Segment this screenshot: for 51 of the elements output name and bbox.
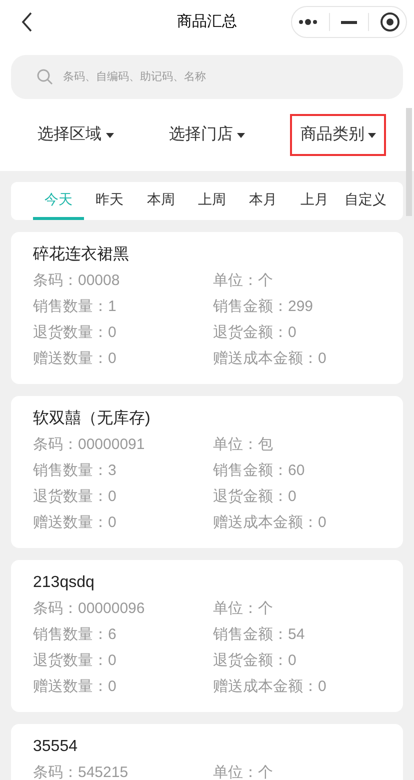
back-icon[interactable] [21,12,33,32]
product-name: 35554 [33,737,78,757]
product-name: 碎花连衣裙黑 [33,244,130,265]
caret-icon [106,132,114,138]
search-icon [37,69,53,85]
product-detail: 条码：00000091 [33,435,146,455]
product-detail: 条码：545215 [33,763,130,780]
product-detail: 赠送数量：0 [33,513,118,533]
date-tab[interactable]: 自定义 [340,182,391,220]
product-detail: 退货金额：0 [213,323,298,343]
product-detail: 销售数量：3 [33,461,118,481]
product-detail: 单位：包 [213,435,274,455]
product-detail: 销售金额：299 [213,297,314,317]
product-detail: 退货金额：0 [213,651,298,671]
date-tab[interactable]: 本月 [238,182,289,220]
product-detail: 赠送数量：0 [33,349,118,369]
date-tab[interactable]: 上周 [186,182,238,220]
product-detail: 赠送成本金额：0 [213,513,328,533]
product-detail: 退货数量：0 [33,323,118,343]
product-detail: 销售金额：54 [213,625,306,645]
page-title: 商品汇总 [177,12,237,32]
product-detail: 条码：00008 [33,271,121,291]
product-detail: 销售金额：60 [213,461,306,481]
date-tab[interactable]: 上月 [288,182,340,220]
date-tab[interactable]: 昨天 [84,182,136,220]
product-name: 软双囍（无库存) [33,408,152,429]
product-detail: 单位：个 [213,271,274,291]
product-name: 213qsdq [33,573,96,593]
date-tab[interactable]: 本周 [135,182,186,220]
filter-dropdown[interactable]: 商品类别 [290,114,386,156]
product-detail: 销售数量：6 [33,625,118,645]
search-bar[interactable]: 条码、自编码、助记码、名称 [11,55,403,99]
minimize-icon[interactable] [340,20,357,24]
filter-dropdown[interactable]: 选择门店 [158,114,255,156]
product-detail: 单位：个 [213,763,274,780]
product-detail: 退货数量：0 [33,487,118,507]
product-detail: 销售数量：1 [33,297,118,317]
product-detail: 退货数量：0 [33,651,118,671]
product-detail: 条码：00000096 [33,599,146,619]
caret-icon [236,132,245,138]
capsule-menu[interactable] [291,6,407,38]
product-detail: 单位：个 [213,599,274,619]
product-detail: 赠送成本金额：0 [213,677,328,697]
product-detail: 退货金额：0 [213,487,298,507]
search-field[interactable]: 条码、自编码、助记码、名称 [63,68,377,86]
filter-dropdown[interactable]: 选择区域 [28,114,124,156]
more-icon[interactable] [298,19,318,25]
caret-icon [368,132,376,138]
target-icon[interactable] [380,12,400,32]
product-detail: 赠送成本金额：0 [213,349,328,369]
product-detail: 赠送数量：0 [33,677,118,697]
